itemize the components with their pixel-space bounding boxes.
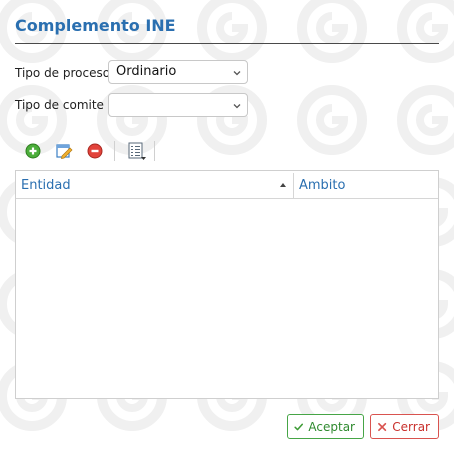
close-label: Cerrar	[392, 419, 430, 434]
columns-menu-icon[interactable]	[125, 140, 147, 162]
close-button[interactable]: Cerrar	[370, 414, 439, 439]
chevron-down-icon	[233, 71, 241, 76]
accept-label: Aceptar	[308, 419, 355, 434]
tipo-comite-label: Tipo de comite	[15, 98, 104, 112]
grid-header: Entidad Ambito	[16, 171, 438, 199]
close-icon	[378, 422, 387, 431]
checkmark-icon	[294, 423, 303, 430]
delete-icon[interactable]	[84, 140, 106, 162]
chevron-down-icon	[233, 104, 241, 109]
column-header-entidad[interactable]: Entidad	[21, 178, 71, 193]
edit-icon[interactable]	[53, 140, 75, 162]
toolbar-separator	[154, 141, 155, 161]
data-grid: Entidad Ambito	[15, 170, 439, 399]
column-resize-handle[interactable]	[293, 173, 294, 199]
title-divider	[15, 43, 439, 44]
add-icon[interactable]	[22, 140, 44, 162]
tipo-proceso-label: Tipo de proceso	[15, 66, 111, 80]
column-header-ambito[interactable]: Ambito	[299, 178, 345, 193]
tipo-proceso-value: Ordinario	[116, 64, 177, 79]
tipo-proceso-select[interactable]: Ordinario	[108, 60, 248, 84]
accept-button[interactable]: Aceptar	[287, 414, 364, 439]
tipo-comite-select[interactable]	[108, 93, 248, 117]
toolbar-separator	[114, 141, 115, 161]
sort-ascending-icon	[280, 183, 286, 187]
dialog-title: Complemento INE	[15, 16, 176, 35]
